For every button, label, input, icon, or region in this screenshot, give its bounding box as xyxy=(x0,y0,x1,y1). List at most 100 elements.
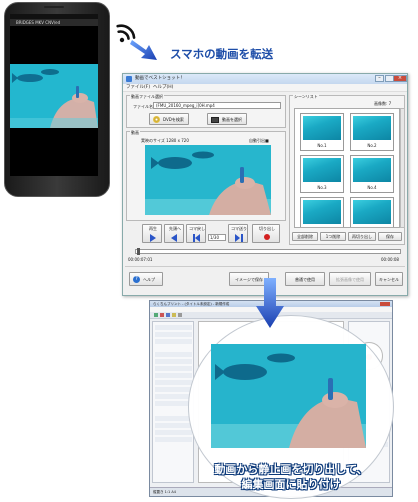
thumbnail-image xyxy=(353,158,391,182)
to-start-label: 先頭へ xyxy=(169,226,181,231)
pasted-still-image[interactable] xyxy=(211,344,366,448)
close-button[interactable]: × xyxy=(393,75,407,82)
dvd-search-button[interactable]: DVDを検索 xyxy=(149,113,189,125)
cut-out-label: 切り出し xyxy=(259,226,275,231)
timecode-left: 00:00:07:01 xyxy=(128,257,153,262)
playback-controls: 再生 先頭へ コマ戻し 1/30 コマ送り 切り出し xyxy=(126,224,286,244)
bottom-divider xyxy=(125,266,405,267)
use-normal-button[interactable]: 普通で使用 xyxy=(285,272,325,286)
phone-video-frame xyxy=(10,64,98,128)
tool-icon[interactable] xyxy=(178,313,182,317)
panel-row[interactable] xyxy=(155,416,192,421)
panel-row[interactable] xyxy=(155,352,192,357)
step-forward-bar-icon xyxy=(241,234,243,242)
play-icon xyxy=(150,234,156,242)
thumbnail-caption: No.2 xyxy=(367,143,377,148)
step-forward-icon xyxy=(235,234,240,242)
disc-icon xyxy=(153,116,160,123)
video-preview xyxy=(145,145,271,215)
file-group-title: 動画ファイル選択 xyxy=(130,94,164,100)
filename-label: ファイル名 xyxy=(133,104,153,109)
panel-row[interactable] xyxy=(155,387,192,392)
panel-row[interactable] xyxy=(155,394,192,399)
step-back-label: コマ戻し xyxy=(189,226,205,231)
scene-thumbnail[interactable]: No.3 xyxy=(300,155,344,193)
save-button[interactable]: 保存 xyxy=(378,232,402,241)
tool-icon[interactable] xyxy=(154,313,158,317)
phone-app-bar: BRIDGES MKV CNV/ed xyxy=(10,19,98,26)
menu-file[interactable]: ファイル(F) xyxy=(126,84,150,92)
delete-all-button[interactable]: 全部削除 xyxy=(292,232,318,241)
menu-help[interactable]: ヘルプ(H) xyxy=(153,84,173,92)
to-start-button[interactable]: 先頭へ xyxy=(164,224,184,243)
panel-row[interactable] xyxy=(155,339,192,344)
cancel-button[interactable]: キャンセル xyxy=(375,272,403,286)
panel-row[interactable] xyxy=(155,359,192,364)
help-button[interactable]: ? ヘルプ xyxy=(129,272,163,286)
thumbnail-caption: No.4 xyxy=(367,185,377,190)
auto-extract-toggle[interactable]: 自動引出■ xyxy=(249,138,269,144)
film-icon xyxy=(211,117,219,123)
step-forward-label: コマ送り xyxy=(231,226,247,231)
help-icon: ? xyxy=(133,276,140,283)
thumbnail-scrollbar[interactable] xyxy=(400,108,405,228)
app-window: 動画でベストショット！ – × ファイル(F) ヘルプ(H) 動画ファイル選択 … xyxy=(122,73,408,296)
panel-row[interactable] xyxy=(155,437,192,442)
scene-thumbnail[interactable]: No.4 xyxy=(350,155,394,193)
file-select-group: 動画ファイル選択 ファイル名 (FMU_20160_mpeg_i]0H.mp4 … xyxy=(126,94,286,128)
app-icon xyxy=(126,76,132,82)
panel-row[interactable] xyxy=(155,373,192,378)
panel-row[interactable] xyxy=(155,332,192,337)
step-forward-button[interactable]: コマ送り xyxy=(228,224,248,243)
scene-list-group: シーンリスト 画像数: 7 No.1 No.2 No.3 No.4 全部削除 1… xyxy=(289,94,405,245)
thumbnail-grid: No.1 No.2 No.3 No.4 xyxy=(294,108,400,228)
timecode-right: 00:00:08 xyxy=(381,257,399,262)
caption-line-1: 動画から静止画を切り出して、 xyxy=(214,463,368,476)
select-video-label: 動画を選択 xyxy=(222,117,242,122)
step-back-arrow-icon xyxy=(195,234,200,242)
panel-row[interactable] xyxy=(155,401,192,406)
panel-row[interactable] xyxy=(155,430,192,435)
editor-close-button[interactable] xyxy=(380,302,390,306)
re-cut-button[interactable]: 再切り出し xyxy=(348,232,376,241)
thumbnail-image xyxy=(353,200,391,224)
timeline-slider[interactable] xyxy=(135,249,401,254)
thumbnail-caption: No.3 xyxy=(317,185,327,190)
play-button[interactable]: 再生 xyxy=(142,224,162,243)
filename-field[interactable]: (FMU_20160_mpeg_i]0H.mp4 xyxy=(153,102,281,109)
panel-row[interactable] xyxy=(155,325,192,330)
timeline-handle[interactable] xyxy=(137,248,140,255)
tool-icon[interactable] xyxy=(172,313,176,317)
scene-thumbnail[interactable] xyxy=(350,197,394,227)
scene-thumbnail[interactable]: No.1 xyxy=(300,113,344,151)
thumbnail-image xyxy=(303,116,341,140)
window-title-bar: 動画でベストショット！ – × xyxy=(123,74,407,84)
frame-rate-select[interactable]: 1/30 xyxy=(208,234,226,241)
image-count: 画像数: 7 xyxy=(374,101,392,106)
caption: 動画から静止画を切り出して、 編集画面に貼り付け xyxy=(186,462,396,492)
phone-speaker xyxy=(44,6,64,8)
panel-row[interactable] xyxy=(155,366,192,371)
scene-thumbnail[interactable]: No.2 xyxy=(350,113,394,151)
step-back-button[interactable]: コマ戻し xyxy=(186,224,206,243)
caption-line-2: 編集画面に貼り付け xyxy=(241,478,341,491)
thumbnail-image xyxy=(353,116,391,140)
rewind-icon xyxy=(171,234,177,242)
panel-row[interactable] xyxy=(155,380,192,385)
panel-row[interactable] xyxy=(155,423,192,428)
select-video-button[interactable]: 動画を選択 xyxy=(207,113,247,125)
thumbnail-caption: No.1 xyxy=(317,143,327,148)
window-title: 動画でベストショット！ xyxy=(135,76,185,81)
delete-one-button[interactable]: 1つ削除 xyxy=(320,232,346,241)
thumbnail-image xyxy=(303,200,341,224)
use-zoomed-button[interactable]: 拡張画像で使用 xyxy=(329,272,371,286)
play-label: 再生 xyxy=(149,226,157,231)
scene-list-title: シーンリスト xyxy=(293,94,319,100)
minimize-button[interactable]: – xyxy=(375,75,384,82)
thumbnail-image xyxy=(303,158,341,182)
down-arrow-icon xyxy=(256,278,284,328)
tool-icon[interactable] xyxy=(160,313,164,317)
scene-thumbnail[interactable] xyxy=(300,197,344,227)
cut-out-button[interactable]: 切り出し xyxy=(252,224,280,243)
tool-icon[interactable] xyxy=(166,313,170,317)
